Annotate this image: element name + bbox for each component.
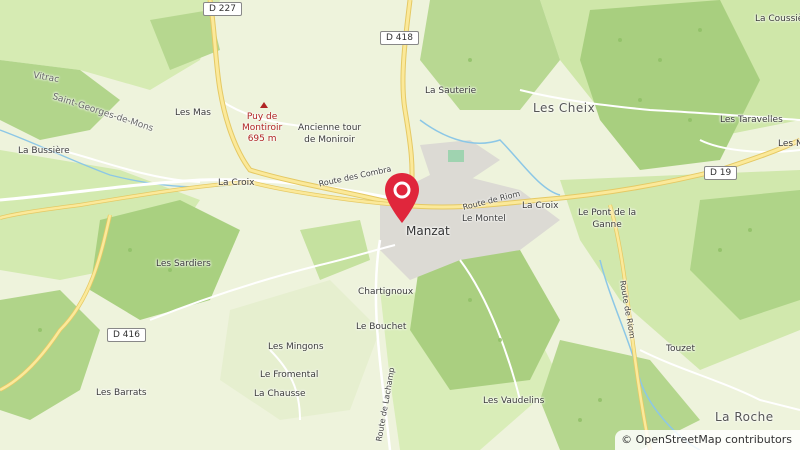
place-ancienne-tour: Ancienne tour de Moniroir	[298, 123, 362, 145]
map-attribution[interactable]: © OpenStreetMap contributors	[615, 430, 800, 450]
place-les-vaudelins: Les Vaudelins	[483, 396, 545, 406]
place-le-bouchet: Le Bouchet	[356, 322, 407, 332]
place-la-roche: La Roche	[715, 410, 774, 424]
road-shield-d227: D 227	[203, 2, 242, 16]
place-les-mas: Les Mas	[175, 108, 211, 118]
place-les-sardiers: Les Sardiers	[156, 259, 211, 269]
place-manzat: Manzat	[406, 224, 450, 238]
place-le-montel: Le Montel	[462, 214, 506, 224]
map-base-layer	[0, 0, 800, 450]
place-la-croix-east: La Croix	[522, 201, 559, 211]
place-la-chausse: La Chausse	[254, 389, 306, 399]
place-la-coussier: La Coussièr	[755, 14, 800, 24]
peak-puy-de-montiroir: Puy de Montiroir 695 m	[242, 112, 283, 144]
place-la-sauterie: La Sauterie	[425, 86, 477, 96]
road-shield-d19: D 19	[704, 166, 738, 180]
place-les-mingons: Les Mingons	[268, 342, 324, 352]
road-shield-d418: D 418	[380, 31, 419, 45]
place-le-fromental: Le Fromental	[260, 370, 319, 380]
place-les-n: Les N	[778, 139, 800, 149]
place-les-barrats: Les Barrats	[96, 388, 147, 398]
place-la-croix-west: La Croix	[218, 178, 255, 188]
place-chartignoux: Chartignoux	[358, 287, 414, 297]
place-le-pont-de-la-ganne: Le Pont de la Ganne	[578, 208, 637, 230]
place-les-cheix: Les Cheix	[533, 101, 596, 115]
place-touzet: Touzet	[666, 344, 695, 354]
map-canvas[interactable]: D 227 D 418 D 19 D 416 Route des Combra …	[0, 0, 800, 450]
road-shield-d416: D 416	[107, 328, 146, 342]
location-marker-icon[interactable]	[384, 172, 420, 224]
place-la-bussiere: La Bussière	[18, 146, 70, 156]
place-les-taravelles: Les Taravelles	[720, 115, 783, 125]
